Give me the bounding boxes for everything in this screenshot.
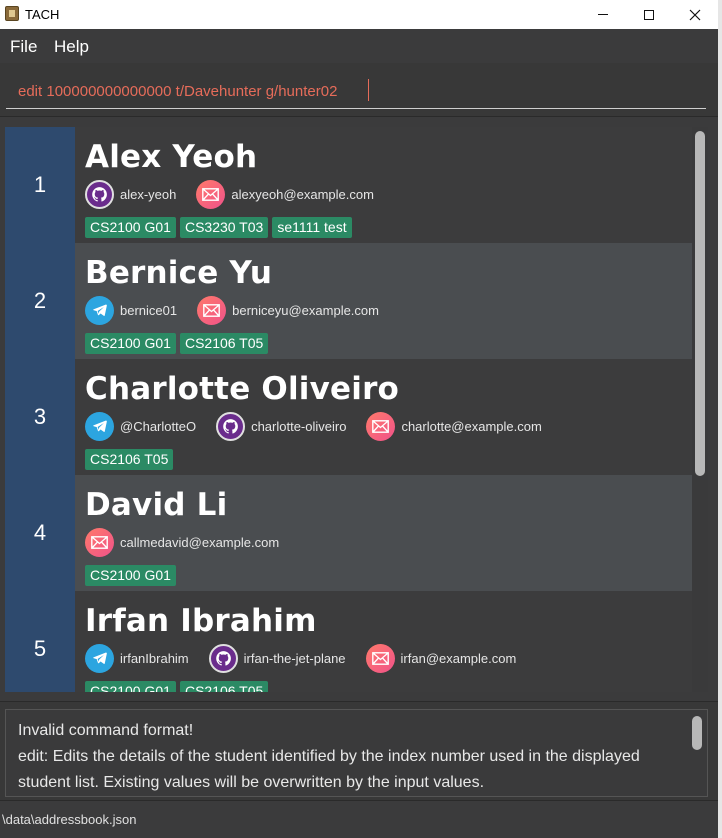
person-name: Charlotte Oliveiro (85, 371, 400, 407)
status-file-path: \data\addressbook.json (2, 812, 137, 827)
result-display[interactable]: Invalid command format! edit: Edits the … (5, 709, 708, 797)
person-name: Irfan Ibrahim (85, 603, 317, 639)
contact-email: alexyeoh@example.com (196, 179, 374, 209)
menu-help[interactable]: Help (54, 37, 89, 57)
minimize-button[interactable] (580, 0, 626, 29)
github-icon (85, 179, 114, 209)
contact-telegram: @CharlotteO (85, 411, 197, 441)
person-index: 4 (5, 475, 75, 591)
tag-label: CS2106 T05 (179, 681, 269, 692)
github-icon (208, 643, 238, 673)
person-index: 3 (5, 359, 75, 475)
contact-email: charlotte@example.com (366, 411, 542, 441)
contact-value: alex-yeoh (120, 186, 177, 202)
contact-value: berniceyu@example.com (232, 302, 379, 318)
person-contacts: bernice01 berniceyu@example.com (85, 295, 399, 325)
person-name: Alex Yeoh (85, 139, 258, 175)
result-text: Invalid command format! edit: Edits the … (18, 718, 678, 796)
title-bar: TACH (0, 0, 718, 29)
maximize-button[interactable] (626, 0, 672, 29)
email-icon (85, 527, 114, 557)
tag-label: CS2100 G01 (85, 217, 176, 238)
person-name: Bernice Yu (85, 255, 273, 291)
email-icon (197, 295, 227, 325)
person-tags: CS2100 G01 CS2106 T05 (85, 333, 272, 354)
contact-email: irfan@example.com (365, 643, 517, 673)
contact-github: alex-yeoh (85, 179, 177, 209)
telegram-icon (85, 643, 114, 673)
app-window: TACH File Help 1 Alex Yeoh alex-yeoh alexye… (0, 0, 718, 838)
contact-value: irfanIbrahim (120, 650, 189, 666)
telegram-icon (85, 295, 114, 325)
result-display-area: Invalid command format! edit: Edits the … (0, 701, 718, 800)
maximize-icon (644, 9, 654, 20)
status-bar: \data\addressbook.json (0, 800, 718, 838)
command-box (0, 63, 718, 117)
person-contacts: alex-yeoh alexyeoh@example.com (85, 179, 394, 209)
result-line-2: edit: Edits the details of the student i… (18, 748, 640, 791)
contact-value: irfan-the-jet-plane (243, 650, 346, 666)
person-contacts: @CharlotteO charlotte-oliveiro charlotte@e… (85, 411, 562, 441)
email-icon (366, 411, 396, 441)
tag-label: CS3230 T03 (179, 217, 269, 238)
person-tags: CS2100 G01 CS2106 T05 (85, 681, 272, 692)
person-tags: CS2106 T05 (85, 449, 177, 470)
close-icon (689, 9, 701, 20)
contact-value: irfan@example.com (400, 650, 517, 666)
email-icon (196, 179, 226, 209)
person-index: 1 (5, 127, 75, 243)
tag-label: se1111 test (272, 217, 352, 238)
contact-telegram: bernice01 (85, 295, 178, 325)
person-card[interactable]: 2 Bernice Yu bernice01 berniceyu@example.co… (5, 243, 692, 359)
telegram-icon (85, 411, 114, 441)
result-scrollbar[interactable] (692, 716, 702, 750)
app-icon (5, 6, 19, 21)
text-caret (368, 79, 369, 101)
person-card[interactable]: 3 Charlotte Oliveiro @CharlotteO charlotte-… (5, 359, 692, 475)
person-list[interactable]: 1 Alex Yeoh alex-yeoh alexyeoh@example.com C… (5, 127, 708, 692)
person-contacts: callmedavid@example.com (85, 527, 299, 557)
menu-bar: File Help (0, 29, 718, 63)
result-line-1: Invalid command format! (18, 722, 194, 739)
person-index: 2 (5, 243, 75, 359)
person-name: David Li (85, 487, 228, 523)
contact-value: bernice01 (120, 302, 178, 318)
person-tags: CS2100 G01 (85, 565, 180, 586)
contact-github: charlotte-oliveiro (216, 411, 347, 441)
tag-label: CS2106 T05 (179, 333, 269, 354)
tag-label: CS2100 G01 (85, 333, 176, 354)
contact-value: callmedavid@example.com (120, 534, 280, 550)
contact-email: berniceyu@example.com (197, 295, 379, 325)
background-strip (718, 0, 722, 838)
contact-value: @CharlotteO (120, 418, 197, 434)
contact-value: alexyeoh@example.com (231, 186, 374, 202)
person-card[interactable]: 4 David Li callmedavid@example.com CS2100 G… (5, 475, 692, 591)
tag-label: CS2106 T05 (85, 449, 174, 470)
contact-telegram: irfanIbrahim (85, 643, 189, 673)
menu-file[interactable]: File (10, 37, 37, 57)
list-scrollbar[interactable] (695, 131, 705, 476)
person-tags: CS2100 G01 CS3230 T03 se1111 test (85, 217, 356, 238)
contact-email: callmedavid@example.com (85, 527, 280, 557)
email-icon (365, 643, 395, 673)
minimize-icon (598, 14, 608, 15)
contact-github: irfan-the-jet-plane (208, 643, 346, 673)
github-icon (216, 411, 246, 441)
tag-label: CS2100 G01 (85, 565, 176, 586)
window-title: TACH (25, 7, 60, 22)
person-index: 5 (5, 591, 75, 692)
close-button[interactable] (672, 0, 718, 29)
tag-label: CS2100 G01 (85, 681, 176, 692)
contact-value: charlotte@example.com (401, 418, 542, 434)
person-contacts: irfanIbrahim irfan-the-jet-plane irfan@exa… (85, 643, 536, 673)
person-card[interactable]: 5 Irfan Ibrahim irfanIbrahim irfan-the-jet-… (5, 591, 692, 692)
command-input[interactable] (6, 75, 706, 109)
contact-value: charlotte-oliveiro (251, 418, 347, 434)
person-card[interactable]: 1 Alex Yeoh alex-yeoh alexyeoh@example.com C… (5, 127, 692, 243)
